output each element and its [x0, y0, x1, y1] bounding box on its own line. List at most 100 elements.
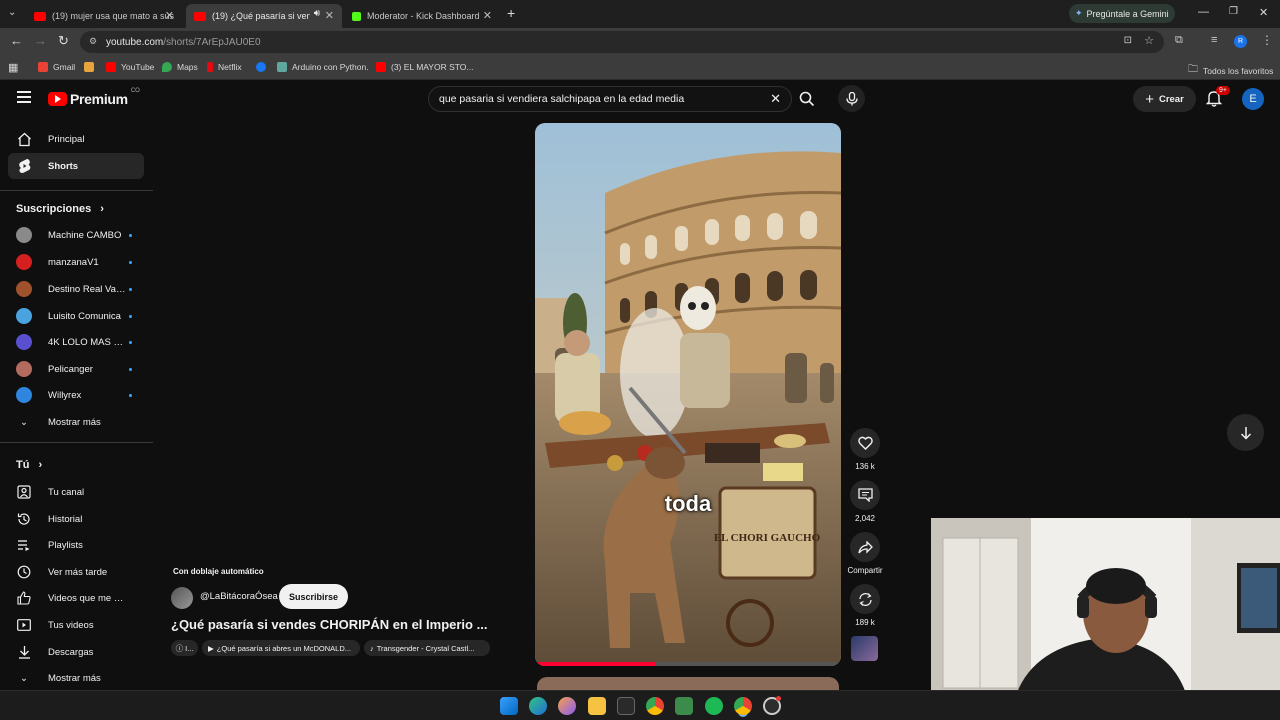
- sidebar-item-liked-videos[interactable]: Videos que me gus...: [8, 585, 144, 611]
- sidebar-sub-item[interactable]: Machine CAMBO: [8, 222, 144, 248]
- shorts-video-player[interactable]: EL CHORI GAUCHO toda: [535, 123, 841, 666]
- clear-search-icon[interactable]: ✕: [770, 91, 781, 107]
- account-avatar[interactable]: E: [1242, 88, 1264, 110]
- plus-icon: +: [1145, 90, 1154, 108]
- browser-menu-icon[interactable]: ⋮: [1261, 33, 1273, 47]
- chevron-down-icon: ⌄: [20, 416, 28, 428]
- site-info-icon[interactable]: ⚙: [89, 36, 97, 47]
- media-control-icon[interactable]: ≡: [1211, 34, 1217, 46]
- bookmark-label: Arduino con Python.: [292, 62, 369, 72]
- close-tab-icon[interactable]: ✕: [483, 9, 492, 22]
- app-icon[interactable]: [675, 697, 693, 715]
- gemini-button[interactable]: ✦ Pregúntale a Gemini: [1069, 4, 1175, 23]
- bookmarks-bar: ▦ Gmail YouTube Maps Netflix Arduino con…: [0, 56, 1280, 80]
- youtube-premium-logo[interactable]: Premium CO: [48, 88, 140, 107]
- search-button[interactable]: [791, 86, 823, 112]
- sidebar-item-downloads[interactable]: Descargas: [8, 639, 144, 665]
- spotify-icon[interactable]: [705, 697, 723, 715]
- hamburger-menu-icon[interactable]: [17, 91, 31, 103]
- info-chip[interactable]: ⓘ I...: [171, 640, 198, 656]
- address-bar[interactable]: ⚙ youtube.com/shorts/7ArEpJAU0E0 ⊡ ☆: [80, 31, 1164, 53]
- bookmark-netflix[interactable]: Netflix: [207, 62, 242, 72]
- sidebar-sub-item[interactable]: manzanaV1: [8, 249, 144, 275]
- apps-grid-icon[interactable]: ▦: [8, 61, 18, 74]
- edge-icon[interactable]: [529, 697, 547, 715]
- sidebar-sub-item[interactable]: Pelicanger: [8, 356, 144, 382]
- all-bookmarks[interactable]: 🗀︎ Todos los favoritos: [1188, 62, 1273, 79]
- profile-avatar[interactable]: R: [1234, 35, 1247, 48]
- forward-icon[interactable]: →: [34, 33, 47, 48]
- copilot-icon[interactable]: [558, 697, 576, 715]
- voice-search-button[interactable]: [838, 85, 865, 112]
- sidebar-item-shorts[interactable]: Shorts: [8, 153, 144, 179]
- channel-avatar[interactable]: [171, 587, 193, 609]
- next-short-peek[interactable]: [537, 677, 839, 690]
- channel-avatar-icon: [16, 227, 32, 243]
- share-button[interactable]: [850, 532, 880, 562]
- remix-count: 189 k: [855, 618, 875, 627]
- like-button[interactable]: [850, 428, 880, 458]
- maximize-button[interactable]: ❐: [1229, 6, 1238, 17]
- sidebar-item-home[interactable]: Principal: [8, 126, 144, 152]
- epic-games-icon[interactable]: [617, 697, 635, 715]
- browser-tab-2[interactable]: (19) ¿Qué pasaría si vendes 🔊︎ ✕: [186, 4, 342, 28]
- sidebar-sub-item[interactable]: Luisito Comunica: [8, 303, 144, 329]
- new-tab-button[interactable]: +: [507, 5, 515, 21]
- speaker-icon[interactable]: 🔊︎: [314, 8, 320, 19]
- bookmark-star-icon[interactable]: ☆: [1144, 34, 1154, 47]
- bookmark-unknown[interactable]: [84, 62, 99, 72]
- channel-avatar-icon: [16, 334, 32, 350]
- reload-icon[interactable]: ↻: [58, 33, 69, 49]
- bookmark-arduino[interactable]: Arduino con Python.: [277, 62, 369, 72]
- bookmark-facebook[interactable]: [256, 62, 271, 72]
- close-tab-icon[interactable]: ✕: [165, 9, 174, 22]
- close-tab-icon[interactable]: ✕: [325, 9, 334, 22]
- comments-button[interactable]: [850, 480, 880, 510]
- sidebar-sub-item[interactable]: Willyrex: [8, 382, 144, 408]
- sidebar-item-your-videos[interactable]: Tus videos: [8, 612, 144, 638]
- remix-button[interactable]: [850, 584, 880, 614]
- sidebar-item-watch-later[interactable]: Ver más tarde: [8, 559, 144, 585]
- sidebar-item-label: manzanaV1: [48, 256, 99, 268]
- related-video-chip[interactable]: ▶ ¿Qué pasaría si abres un McDONALD...: [202, 640, 360, 656]
- you-header[interactable]: Tú ›: [16, 459, 42, 471]
- show-more-subscriptions[interactable]: ⌄ Mostrar más: [8, 409, 144, 435]
- music-chip[interactable]: ♪ Transgender - Crystal Castl...: [364, 640, 490, 656]
- windows-start-icon[interactable]: [500, 697, 518, 715]
- short-title[interactable]: ¿Qué pasaría si vendes CHORIPÁN en el Im…: [171, 617, 487, 632]
- bookmark-mayor[interactable]: (3) EL MAYOR STO...: [376, 62, 474, 72]
- sidebar-sub-item[interactable]: Destino Real Vad...: [8, 276, 144, 302]
- channel-avatar-icon: [16, 387, 32, 403]
- sound-thumbnail[interactable]: [851, 636, 878, 661]
- back-icon[interactable]: ←: [10, 33, 23, 48]
- subscribe-button[interactable]: Suscribirse: [279, 584, 348, 609]
- bookmark-maps[interactable]: Maps: [162, 62, 198, 72]
- sidebar-item-your-channel[interactable]: Tu canal: [8, 479, 144, 505]
- kick-favicon-icon: [352, 11, 361, 21]
- subscriptions-header[interactable]: Suscripciones ›: [16, 203, 104, 215]
- notifications-button[interactable]: 9+: [1205, 86, 1230, 112]
- show-more-you[interactable]: ⌄ Mostrar más: [8, 665, 144, 691]
- browser-tab-3[interactable]: Moderator - Kick Dashboard ✕: [344, 4, 500, 28]
- chevron-down-icon: ⌄: [20, 672, 28, 684]
- extensions-icon[interactable]: ⧉: [1175, 34, 1183, 47]
- tab-title: Moderator - Kick Dashboard: [367, 11, 480, 21]
- sidebar-item-history[interactable]: Historial: [8, 506, 144, 532]
- sidebar-item-playlists[interactable]: Playlists: [8, 532, 144, 558]
- next-video-button[interactable]: [1227, 414, 1264, 451]
- browser-tab-1[interactable]: (19) mujer usa que mato a sus ✕: [26, 4, 182, 28]
- tab-search-icon[interactable]: ⌄: [8, 7, 16, 18]
- close-window-button[interactable]: ✕: [1259, 6, 1268, 19]
- chrome-active-icon[interactable]: [734, 697, 752, 715]
- bookmark-gmail[interactable]: Gmail: [38, 62, 75, 72]
- minimize-button[interactable]: —: [1198, 6, 1209, 18]
- create-button[interactable]: + Crear: [1133, 86, 1196, 112]
- sidebar-sub-item[interactable]: 4K LOLO MAS FL...: [8, 329, 144, 355]
- bookmark-youtube[interactable]: YouTube: [106, 62, 154, 72]
- logo-text: Premium: [70, 91, 128, 107]
- install-app-icon[interactable]: ⊡: [1124, 35, 1132, 46]
- chrome-icon[interactable]: [646, 697, 664, 715]
- file-explorer-icon[interactable]: [588, 697, 606, 715]
- search-input[interactable]: que pasaria si vendiera salchipapa en la…: [428, 86, 792, 112]
- channel-name[interactable]: @LaBitácoraÓsea: [200, 591, 278, 602]
